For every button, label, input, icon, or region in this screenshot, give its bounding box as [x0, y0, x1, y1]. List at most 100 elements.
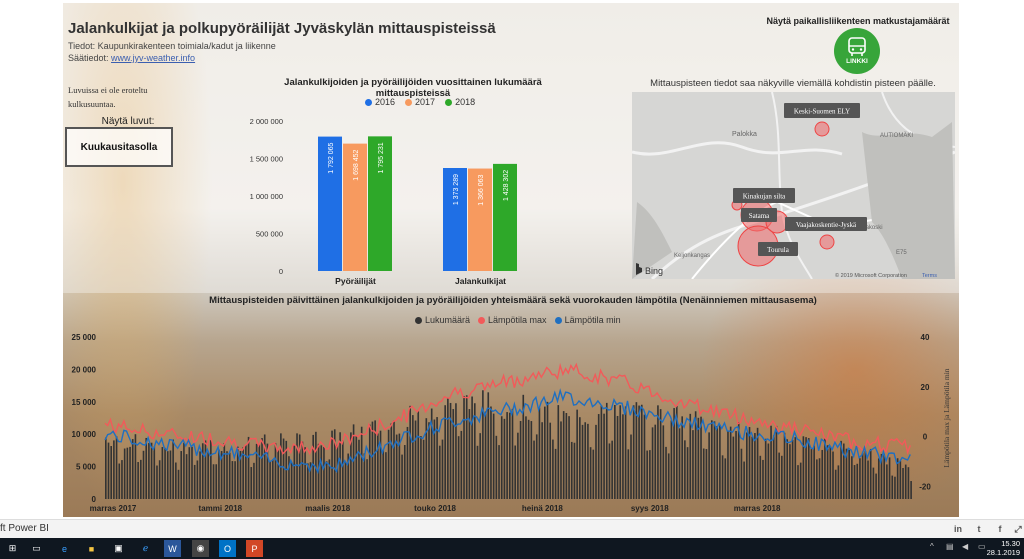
count-bar[interactable] — [455, 403, 457, 499]
count-bar[interactable] — [894, 476, 896, 499]
count-bar[interactable] — [702, 448, 705, 499]
count-bar[interactable] — [158, 460, 161, 499]
count-bar[interactable] — [460, 430, 463, 499]
count-bar[interactable] — [191, 446, 193, 499]
count-bar[interactable] — [751, 436, 754, 499]
count-bar[interactable] — [651, 427, 654, 499]
map-visual[interactable]: Palokka AUTIOMÄKI Keljonkangas Vaajakosk… — [632, 92, 955, 279]
count-bar[interactable] — [713, 421, 716, 499]
count-bar[interactable] — [557, 405, 560, 499]
count-bar[interactable] — [743, 461, 745, 499]
count-bar[interactable] — [638, 405, 640, 499]
count-bar[interactable] — [772, 435, 775, 499]
count-bar[interactable] — [331, 430, 333, 499]
count-bar[interactable] — [649, 450, 651, 499]
count-bar[interactable] — [228, 452, 231, 499]
count-bar[interactable] — [686, 447, 689, 499]
count-bar[interactable] — [859, 458, 861, 499]
legend-count[interactable]: Lukumäärä — [415, 315, 470, 325]
count-bar[interactable] — [899, 460, 902, 499]
count-bar[interactable] — [608, 443, 611, 499]
count-bar[interactable] — [816, 459, 818, 499]
count-bar[interactable] — [799, 462, 802, 499]
count-bar[interactable] — [759, 455, 762, 499]
count-bar[interactable] — [886, 464, 888, 499]
count-bar[interactable] — [382, 450, 385, 499]
count-bar[interactable] — [140, 459, 142, 499]
count-bar[interactable] — [762, 459, 764, 499]
count-bar[interactable] — [829, 446, 832, 499]
store-icon[interactable]: ▣ — [110, 540, 127, 557]
count-bar[interactable] — [509, 412, 511, 499]
count-bar[interactable] — [121, 460, 123, 499]
count-bar[interactable] — [193, 464, 196, 499]
count-bar[interactable] — [261, 438, 263, 499]
count-bar[interactable] — [560, 421, 562, 499]
count-bar[interactable] — [234, 461, 236, 499]
count-bar[interactable] — [867, 460, 869, 499]
count-bar[interactable] — [212, 464, 215, 499]
count-bar[interactable] — [807, 438, 810, 499]
count-bar[interactable] — [896, 458, 899, 499]
count-bar[interactable] — [832, 451, 834, 499]
count-bar[interactable] — [872, 467, 875, 499]
count-bar[interactable] — [105, 437, 107, 499]
count-bar[interactable] — [188, 447, 191, 499]
count-bar[interactable] — [148, 443, 150, 499]
count-bar[interactable] — [643, 414, 646, 499]
count-bar[interactable] — [498, 445, 500, 499]
count-bar[interactable] — [775, 425, 778, 499]
legend-2017[interactable]: 2017 — [405, 97, 435, 107]
legend-2018[interactable]: 2018 — [445, 97, 475, 107]
count-bar[interactable] — [199, 451, 201, 499]
count-bar[interactable] — [492, 413, 495, 499]
count-bar[interactable] — [503, 418, 506, 499]
count-bar[interactable] — [325, 461, 328, 499]
facebook-icon[interactable]: f — [994, 523, 1006, 535]
count-bar[interactable] — [387, 429, 390, 499]
count-bar[interactable] — [428, 422, 430, 499]
count-bar[interactable] — [724, 458, 727, 499]
count-bar[interactable] — [277, 449, 279, 499]
count-bar[interactable] — [678, 428, 681, 499]
count-bar[interactable] — [729, 426, 732, 499]
count-bar[interactable] — [412, 415, 414, 499]
count-bar[interactable] — [711, 420, 713, 499]
count-bar[interactable] — [417, 411, 420, 499]
count-bar[interactable] — [441, 439, 444, 499]
file-explorer-icon[interactable]: ■ — [83, 540, 100, 557]
count-bar[interactable] — [358, 439, 360, 499]
count-bar[interactable] — [484, 411, 487, 499]
chrome-icon[interactable]: ◉ — [192, 540, 209, 557]
count-bar[interactable] — [826, 445, 829, 499]
count-bar[interactable] — [366, 459, 368, 499]
clock[interactable]: 15.30 28.1.2019 — [987, 539, 1020, 557]
battery-icon[interactable]: ▭ — [978, 542, 986, 551]
count-bar[interactable] — [595, 424, 597, 499]
count-bar[interactable] — [797, 465, 799, 499]
count-bar[interactable] — [848, 450, 850, 499]
bar-chart-legend[interactable]: 2016 2017 2018 — [365, 97, 475, 107]
ie-icon[interactable]: ℯ — [137, 540, 154, 557]
count-bar[interactable] — [605, 402, 608, 499]
linkki-button[interactable]: LINKKI — [834, 28, 880, 74]
fullscreen-icon[interactable]: ⤢ — [1012, 523, 1024, 535]
count-bar[interactable] — [525, 416, 527, 499]
count-bar[interactable] — [476, 445, 479, 499]
count-bar[interactable] — [579, 417, 581, 499]
count-bar[interactable] — [126, 447, 129, 499]
count-bar[interactable] — [721, 455, 724, 499]
count-bar[interactable] — [735, 431, 737, 499]
count-bar[interactable] — [700, 416, 702, 499]
count-bar[interactable] — [274, 443, 277, 499]
count-bar[interactable] — [764, 438, 767, 499]
count-bar[interactable] — [837, 465, 840, 499]
count-bar[interactable] — [401, 454, 403, 499]
count-bar[interactable] — [123, 448, 126, 499]
line-chart[interactable]: 25 000 20 000 15 000 10 000 5 000 0 40 20 0 -20 Lä… — [63, 325, 959, 517]
count-bar[interactable] — [207, 452, 209, 499]
count-bar[interactable] — [810, 449, 813, 499]
count-bar[interactable] — [312, 434, 315, 499]
count-bar[interactable] — [131, 439, 134, 499]
count-bar[interactable] — [538, 407, 541, 499]
